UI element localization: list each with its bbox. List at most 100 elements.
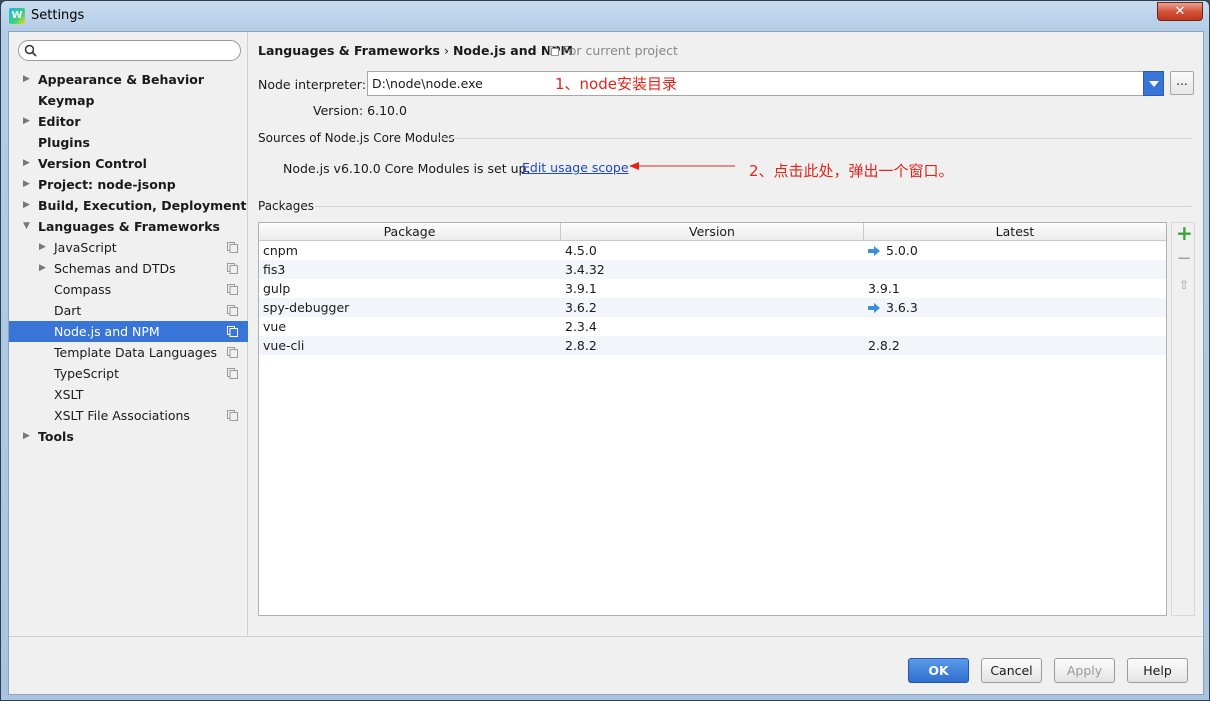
column-header-version[interactable]: Version — [561, 223, 864, 240]
table-row[interactable]: fis3 3.4.32 — [259, 260, 1166, 279]
sidebar-item-label: Build, Execution, Deployment — [38, 198, 247, 213]
table-row[interactable]: vue 2.3.4 — [259, 317, 1166, 336]
sidebar-item-keymap[interactable]: Keymap — [9, 90, 248, 111]
sidebar-item-label: JavaScript — [54, 240, 117, 255]
column-header-latest[interactable]: Latest — [864, 223, 1166, 240]
sidebar-item-plugins[interactable]: Plugins — [9, 132, 248, 153]
interpreter-dropdown-button[interactable] — [1143, 71, 1164, 96]
upgrade-package-button[interactable]: ⇧ — [1176, 277, 1192, 293]
annotation-install-dir: 1、node安装目录 — [555, 75, 677, 93]
sidebar-item-tools[interactable]: ▶ Tools — [9, 426, 248, 447]
project-scope-icon — [227, 326, 238, 337]
node-version-text: Version: 6.10.0 — [313, 103, 407, 118]
sidebar-item-languages-frameworks[interactable]: ▼ Languages & Frameworks — [9, 216, 248, 237]
collapsed-arrow-icon[interactable]: ▶ — [23, 111, 33, 132]
upgrade-available-icon — [868, 246, 880, 256]
sidebar-item-dart[interactable]: Dart — [9, 300, 248, 321]
cell-package: vue-cli — [263, 336, 304, 355]
settings-search-input[interactable] — [18, 40, 241, 61]
settings-sidebar: ▶ Appearance & Behavior Keymap ▶ Editor Plugi… — [9, 32, 248, 636]
settings-content: Languages & Frameworks › Node.js and NPM F… — [249, 32, 1203, 636]
sidebar-item-label: Languages & Frameworks — [38, 219, 220, 234]
sidebar-item-label: Compass — [54, 282, 112, 297]
uninstall-package-button[interactable]: − — [1176, 250, 1192, 268]
collapsed-arrow-icon[interactable]: ▶ — [23, 426, 33, 447]
table-row[interactable]: spy-debugger 3.6.2 3.6.3 — [259, 298, 1166, 317]
cell-package-text: spy-debugger — [263, 300, 350, 315]
search-icon — [24, 44, 37, 57]
node-interpreter-label: Node interpreter: — [258, 77, 366, 92]
sidebar-item-appearance-behavior[interactable]: ▶ Appearance & Behavior — [9, 69, 248, 90]
cancel-button[interactable]: Cancel — [981, 658, 1042, 683]
cell-latest-text: 5.0.0 — [886, 243, 918, 258]
sidebar-item-build-execution-deployment[interactable]: ▶ Build, Execution, Deployment — [9, 195, 248, 216]
column-header-package[interactable]: Package — [259, 223, 561, 240]
cell-package: fis3 — [263, 260, 285, 279]
sidebar-item-version-control[interactable]: ▶ Version Control — [9, 153, 248, 174]
upgrade-available-icon — [868, 303, 880, 313]
sidebar-item-editor[interactable]: ▶ Editor — [9, 111, 248, 132]
sidebar-item-label: Dart — [54, 303, 82, 318]
node-interpreter-value[interactable]: D:\node\node.exe — [372, 76, 483, 91]
cell-version: 2.8.2 — [565, 336, 597, 355]
sidebar-item-label: Version Control — [38, 156, 147, 171]
edit-usage-scope-link[interactable]: Edit usage scope — [522, 160, 629, 175]
sidebar-item-xslt[interactable]: XSLT — [9, 384, 248, 405]
settings-dialog: ▶ Appearance & Behavior Keymap ▶ Editor Plugi… — [8, 31, 1204, 695]
project-scope-icon — [549, 46, 559, 56]
cell-version-text: 3.6.2 — [565, 300, 597, 315]
dialog-footer: OK Cancel Apply Help — [9, 636, 1203, 694]
sidebar-item-label: TypeScript — [54, 366, 119, 381]
table-header: Package Version Latest — [259, 223, 1166, 241]
cell-package-text: gulp — [263, 281, 291, 296]
cell-latest-text: 3.6.3 — [886, 300, 918, 315]
browse-interpreter-button[interactable]: ... — [1170, 71, 1194, 95]
sidebar-item-javascript[interactable]: ▶ JavaScript — [9, 237, 248, 258]
cell-package-text: cnpm — [263, 243, 298, 258]
project-scope-icon — [227, 410, 238, 421]
ok-button[interactable]: OK — [908, 658, 969, 683]
sidebar-item-template-data-languages[interactable]: Template Data Languages — [9, 342, 248, 363]
cell-latest: 3.9.1 — [868, 279, 900, 298]
annotation-click-here: 2、点击此处，弹出一个窗口。 — [749, 162, 954, 180]
table-row[interactable]: gulp 3.9.1 3.9.1 — [259, 279, 1166, 298]
expanded-arrow-icon[interactable]: ▼ — [23, 216, 33, 237]
apply-button[interactable]: Apply — [1054, 658, 1115, 683]
collapsed-arrow-icon[interactable]: ▶ — [39, 237, 49, 258]
collapsed-arrow-icon[interactable]: ▶ — [23, 195, 33, 216]
collapsed-arrow-icon[interactable]: ▶ — [39, 258, 49, 279]
sidebar-item-project-node-jsonp[interactable]: ▶ Project: node-jsonp — [9, 174, 248, 195]
sidebar-item-typescript[interactable]: TypeScript — [9, 363, 248, 384]
sidebar-item-xslt-file-associations[interactable]: XSLT File Associations — [9, 405, 248, 426]
cell-latest-text: 2.8.2 — [868, 338, 900, 353]
packages-table[interactable]: Package Version Latest cnpm 4.5.0 5.0.0 fis… — [258, 222, 1167, 616]
cell-version-text: 4.5.0 — [565, 243, 597, 258]
sidebar-item-label: Plugins — [38, 135, 90, 150]
collapsed-arrow-icon[interactable]: ▶ — [23, 69, 33, 90]
sidebar-item-schemas-and-dtds[interactable]: ▶ Schemas and DTDs — [9, 258, 248, 279]
table-row[interactable]: cnpm 4.5.0 5.0.0 — [259, 241, 1166, 260]
cell-version: 3.4.32 — [565, 260, 605, 279]
cell-package: vue — [263, 317, 286, 336]
install-package-button[interactable]: + — [1176, 223, 1193, 243]
collapsed-arrow-icon[interactable]: ▶ — [23, 153, 33, 174]
cell-package-text: fis3 — [263, 262, 286, 277]
sidebar-item-label: XSLT — [54, 387, 84, 402]
breadcrumb-parent: Languages & Frameworks — [258, 43, 440, 58]
project-scope-icon — [227, 263, 238, 274]
section-divider — [315, 206, 1191, 207]
help-button[interactable]: Help — [1127, 658, 1188, 683]
title-bar: W Settings ✕ — [1, 1, 1209, 31]
sidebar-item-compass[interactable]: Compass — [9, 279, 248, 300]
sidebar-item-label: Node.js and NPM — [54, 324, 160, 339]
table-row[interactable]: vue-cli 2.8.2 2.8.2 — [259, 336, 1166, 355]
close-window-button[interactable]: ✕ — [1157, 2, 1203, 21]
scope-note-text: For current project — [562, 43, 678, 58]
settings-window: W Settings ✕ ▶ Appearance & Behavior Keyma… — [0, 0, 1210, 701]
cell-package-text: vue — [263, 319, 287, 334]
sidebar-item-node-js-and-npm[interactable]: Node.js and NPM — [9, 321, 248, 342]
cell-package: gulp — [263, 279, 290, 298]
node-interpreter-combobox[interactable]: D:\node\node.exe 1、node安装目录 — [367, 71, 1164, 96]
collapsed-arrow-icon[interactable]: ▶ — [23, 174, 33, 195]
annotation-arrow-icon — [629, 162, 735, 170]
